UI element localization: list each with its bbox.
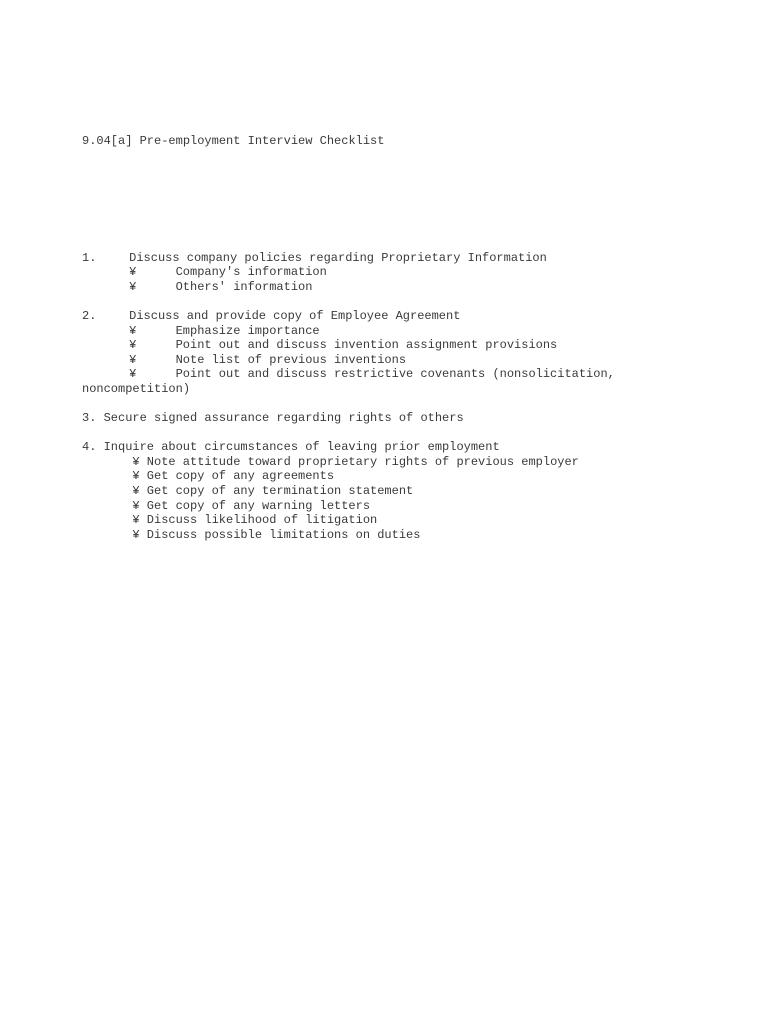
section-number: 4. [82,440,97,455]
yen-bullet-icon: ¥ [129,323,137,338]
yen-bullet-icon: ¥ [132,484,140,499]
yen-bullet-icon: ¥ [129,338,137,353]
checklist-section: 4. Inquire about circumstances of leaving… [82,440,702,542]
checklist-section: 2. Discuss and provide copy of Employee A… [82,309,702,397]
section-heading: 1. Discuss company policies regarding Pro… [82,251,702,266]
section-heading-text: Secure signed assurance regarding rights… [103,411,464,426]
checklist-section: 1. Discuss company policies regarding Pro… [82,251,702,295]
checklist-section: 3. Secure signed assurance regarding righ… [82,411,702,426]
checklist-item-text: Others' information [175,279,313,294]
checklist-item: ¥ Discuss likelihood of litigation [82,513,702,528]
checklist-item-text: Get copy of any warning letters [146,498,371,513]
checklist-item-text: Note list of previous inventions [175,352,407,367]
yen-bullet-icon: ¥ [132,498,140,513]
checklist-item: ¥ Others' information [82,280,702,295]
section-number: 1. [82,250,97,265]
checklist-item-text: Emphasize importance [175,323,320,338]
document-title: 9.04[a] Pre-employment Interview Checkli… [82,133,385,148]
wrapped-continuation-line: noncompetition) [82,381,191,396]
checklist-item-text: Get copy of any termination statement [146,484,414,499]
checklist-item: ¥ Get copy of any termination statement [82,484,702,499]
yen-bullet-icon: ¥ [132,513,140,528]
checklist-item-text: Point out and discuss restrictive covena… [175,367,615,382]
checklist-item-text: Get copy of any agreements [146,469,335,484]
section-heading-text: Discuss company policies regarding Propr… [129,250,547,265]
section-number: 3. [82,411,97,426]
checklist-sections: 1. Discuss company policies regarding Pro… [82,251,702,543]
checklist-item-text: Point out and discuss invention assignme… [175,338,558,353]
checklist-item-text: Company's information [175,265,327,280]
checklist-item-text: Note attitude toward proprietary rights … [146,454,579,469]
yen-bullet-icon: ¥ [132,469,140,484]
checklist-item: ¥ Point out and discuss restrictive coven… [82,367,702,382]
checklist-item: ¥ Company's information [82,265,702,280]
yen-bullet-icon: ¥ [129,352,137,367]
section-heading: 4. Inquire about circumstances of leaving… [82,440,702,455]
yen-bullet-icon: ¥ [129,279,137,294]
checklist-item-text: Discuss possible limitations on duties [146,527,421,542]
checklist-item-text: Discuss likelihood of litigation [146,513,378,528]
checklist-item: ¥ Emphasize importance [82,324,702,339]
checklist-item: ¥ Get copy of any agreements [82,469,702,484]
checklist-item: ¥ Point out and discuss invention assignm… [82,338,702,353]
section-heading-text: Discuss and provide copy of Employee Agr… [129,308,461,323]
checklist-item: ¥ Note attitude toward proprietary rights… [82,455,702,470]
yen-bullet-icon: ¥ [129,367,137,382]
section-heading: 2. Discuss and provide copy of Employee A… [82,309,702,324]
checklist-item: ¥ Get copy of any warning letters [82,499,702,514]
section-heading-text: Inquire about circumstances of leaving p… [103,440,500,455]
checklist-item: ¥ Note list of previous inventions [82,353,702,368]
section-number: 2. [82,308,97,323]
yen-bullet-icon: ¥ [132,454,140,469]
document-page: 9.04[a] Pre-employment Interview Checkli… [0,0,770,1024]
section-heading: 3. Secure signed assurance regarding righ… [82,411,702,426]
checklist-item: ¥ Discuss possible limitations on duties [82,528,702,543]
document-body: 9.04[a] Pre-employment Interview Checkli… [82,90,702,586]
yen-bullet-icon: ¥ [132,527,140,542]
yen-bullet-icon: ¥ [129,265,137,280]
